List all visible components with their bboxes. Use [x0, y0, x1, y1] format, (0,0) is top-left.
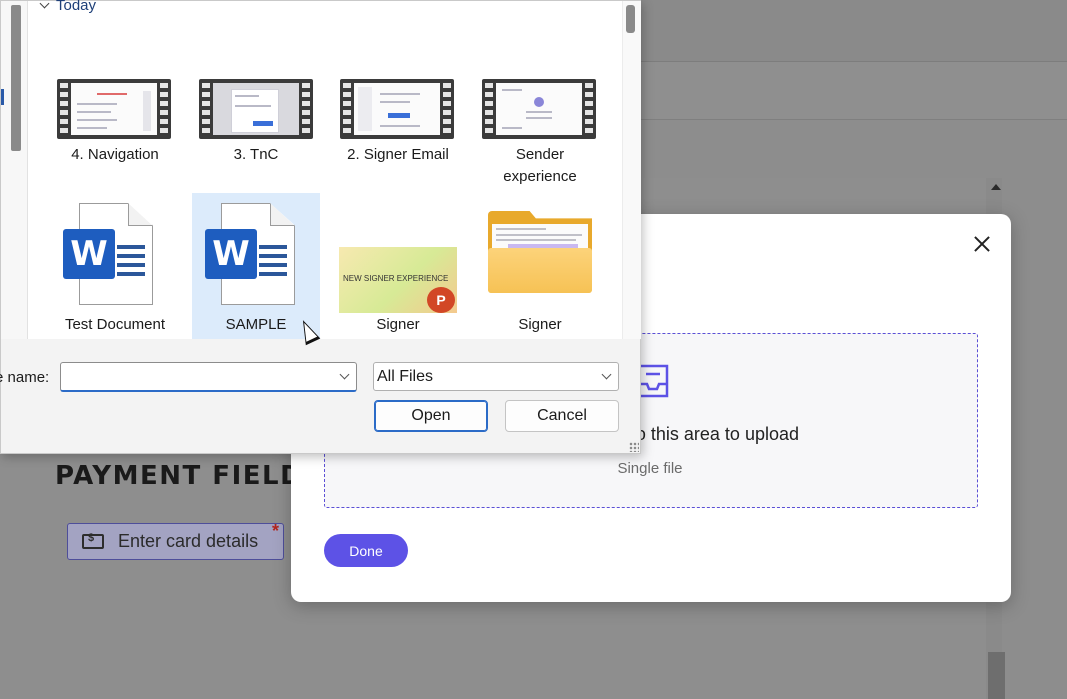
resize-grip-icon[interactable]	[629, 442, 639, 452]
powerpoint-thumbnail-icon: NEW SIGNER EXPERIENCE P	[339, 247, 457, 313]
group-header-today[interactable]: Today	[39, 0, 97, 14]
file-label: Signer	[518, 316, 562, 333]
chevron-down-icon	[39, 0, 50, 9]
video-thumbnail-icon	[199, 79, 313, 139]
filetype-value: All Files	[377, 367, 434, 385]
file-label: Sender experience	[503, 146, 577, 185]
file-item-signer-folder[interactable]: Signer	[476, 193, 604, 339]
card-details-label: Enter card details	[118, 531, 259, 551]
ppt-thumbnail-text: NEW SIGNER EXPERIENCE	[343, 274, 449, 283]
file-list-scrollbar[interactable]	[622, 1, 641, 339]
file-item-signer-email[interactable]: 2. Signer Email	[334, 73, 462, 173]
file-open-dialog: Today 4. Navigation 3. TnC 2. Signer Ema…	[0, 0, 641, 454]
word-document-icon: W	[205, 203, 295, 305]
navigation-selection-marker	[1, 89, 4, 105]
file-item-navigation[interactable]: 4. Navigation	[51, 73, 179, 173]
page-scrollbar-thumb[interactable]	[988, 652, 1005, 699]
done-button[interactable]: Done	[324, 534, 408, 567]
background-header	[640, 0, 1067, 62]
cancel-button[interactable]: Cancel	[505, 400, 619, 432]
card-details-field[interactable]: Enter card details	[67, 523, 284, 560]
scroll-up-arrow-icon[interactable]	[991, 184, 1001, 190]
word-document-icon: W	[63, 203, 153, 305]
folder-icon	[488, 211, 592, 293]
file-item-sample[interactable]: W SAMPLE	[192, 193, 320, 339]
filename-input[interactable]	[60, 362, 357, 392]
dropzone-subtext: Single file	[617, 460, 683, 477]
payment-field-heading: PAYMENT FIELD	[55, 461, 304, 491]
file-label: 3. TnC	[233, 146, 279, 163]
video-thumbnail-icon	[57, 79, 171, 139]
file-label: Signer	[376, 316, 420, 333]
filename-label: e name:	[0, 369, 50, 386]
file-item-sender-experience[interactable]: Sender experience	[476, 73, 604, 189]
file-label: 2. Signer Email	[347, 146, 449, 163]
group-label: Today	[56, 0, 97, 14]
required-marker: *	[272, 521, 280, 541]
video-thumbnail-icon	[340, 79, 454, 139]
file-label: Test Document	[64, 316, 166, 333]
file-label: 4. Navigation	[71, 146, 159, 163]
file-item-signer-ppt[interactable]: NEW SIGNER EXPERIENCE P Signer	[334, 193, 462, 339]
card-icon	[82, 532, 104, 549]
filetype-select[interactable]: All Files	[373, 362, 619, 391]
file-item-test-document[interactable]: W Test Document	[51, 193, 179, 339]
close-icon[interactable]	[972, 234, 992, 254]
file-list-scrollbar-thumb[interactable]	[626, 5, 635, 33]
video-thumbnail-icon	[482, 79, 596, 139]
file-item-tnc[interactable]: 3. TnC	[192, 73, 320, 173]
upload-tray-icon	[637, 364, 669, 398]
background-toolbar	[640, 62, 1067, 120]
open-button[interactable]: Open	[374, 400, 488, 432]
navigation-scrollbar-thumb[interactable]	[11, 5, 21, 151]
